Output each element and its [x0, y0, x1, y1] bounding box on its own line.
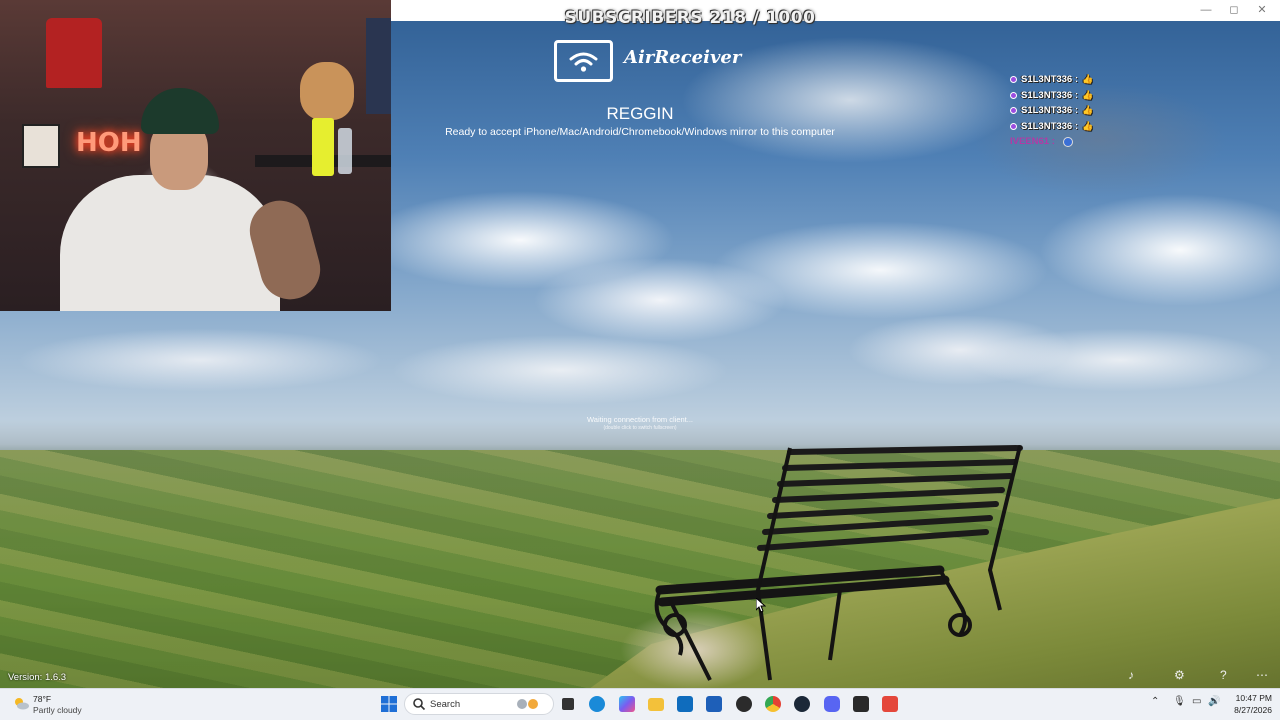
taskbar — [0, 688, 1280, 720]
fullscreen-hint-text: (double click to switch fullscreen) — [603, 425, 677, 431]
wifi-icon — [569, 52, 598, 72]
copilot-icon — [619, 696, 635, 712]
more-options-icon[interactable]: ⋯ — [1256, 668, 1268, 682]
outlook-icon — [677, 696, 693, 712]
airreceiver-taskbar-button[interactable] — [880, 694, 900, 714]
steam-icon — [794, 696, 810, 712]
chat-message: IVEEN61 : — [1010, 134, 1130, 150]
weather-temperature[interactable]: 78°F — [33, 694, 51, 704]
chat-message: S1L3NT336 : 👍 — [1010, 103, 1130, 119]
help-icon[interactable]: ? — [1220, 668, 1227, 682]
webcam-picture-frame — [22, 124, 60, 168]
thumbs-up-emote-icon: 👍 — [1082, 74, 1094, 85]
task-view-button[interactable] — [558, 694, 578, 714]
chat-username: S1L3NT336 : — [1021, 120, 1079, 132]
maximize-button[interactable]: ◻ — [1226, 3, 1242, 17]
epic-games-icon — [853, 696, 869, 712]
outlook-button[interactable] — [675, 694, 695, 714]
webcam-person-cap — [141, 88, 219, 134]
webcam-feed: HOH — [0, 0, 391, 311]
airreceiver-icon — [882, 696, 898, 712]
webcam-jersey — [46, 18, 102, 88]
obs-button[interactable] — [734, 694, 754, 714]
subscriber-badge-icon — [1010, 91, 1017, 99]
chat-username: S1L3NT336 : — [1021, 74, 1079, 86]
file-explorer-icon — [648, 697, 664, 711]
chrome-icon — [765, 696, 781, 712]
thumbs-up-emote-icon: 👍 — [1082, 105, 1094, 116]
waiting-connection-text: Waiting connection from client... — [586, 415, 694, 424]
airreceiver-logo-text: AirReceiver — [624, 47, 742, 68]
music-note-icon[interactable]: ♪ — [1128, 668, 1134, 682]
webcam-person-shirt — [60, 175, 280, 311]
globe-emote-icon — [1062, 136, 1073, 147]
microphone-icon[interactable]: 🎙 — [1173, 696, 1186, 707]
copilot-button[interactable] — [617, 694, 637, 714]
chat-overlay: S1L3NT336 : 👍 S1L3NT336 : 👍 S1L3NT336 : … — [1010, 72, 1130, 150]
volume-icon[interactable]: 🔊 — [1208, 696, 1220, 707]
epic-games-button[interactable] — [851, 694, 871, 714]
minimize-button[interactable]: — — [1198, 3, 1214, 17]
start-icon — [381, 696, 397, 712]
file-explorer-button[interactable] — [646, 694, 666, 714]
subscriber-counter: SUBSCRIBERS 218 / 1000 — [564, 8, 816, 28]
subscriber-badge-icon — [1010, 122, 1017, 130]
steam-button[interactable] — [792, 694, 812, 714]
airreceiver-logo-icon — [554, 40, 613, 82]
webcam-cup — [312, 118, 334, 176]
network-icon[interactable]: ▭ — [1192, 696, 1201, 707]
chat-username: S1L3NT336 : — [1021, 105, 1079, 117]
subscriber-badge-icon — [1010, 76, 1017, 84]
weather-description[interactable]: Partly cloudy — [33, 705, 82, 715]
thumbs-up-emote-icon: 👍 — [1082, 120, 1094, 131]
taskbar-clock-time[interactable]: 10:47 PM — [1232, 693, 1272, 703]
thumbs-up-emote-icon: 👍 — [1082, 89, 1094, 100]
ms-store-icon — [706, 696, 722, 712]
webcam-neon-sign: HOH — [76, 128, 142, 158]
chat-message: S1L3NT336 : 👍 — [1010, 88, 1130, 104]
partly-cloudy-icon[interactable] — [12, 696, 30, 710]
ready-status-text: Ready to accept iPhone/Mac/Android/Chrom… — [445, 126, 835, 138]
task-view-icon — [562, 698, 574, 710]
mouse-cursor-icon — [756, 598, 766, 613]
bench-image — [654, 445, 1023, 681]
edge-icon — [589, 696, 605, 712]
device-name: REGGIN — [606, 104, 674, 123]
webcam-poster — [366, 18, 391, 114]
discord-icon — [824, 696, 840, 712]
chat-username: IVEEN61 : — [1010, 136, 1055, 148]
chat-message: S1L3NT336 : 👍 — [1010, 72, 1130, 88]
version-label: Version: 1.6.3 — [8, 672, 67, 683]
search-highlight-icon — [517, 699, 527, 709]
search-icon — [413, 698, 426, 711]
subscriber-badge-icon — [1010, 107, 1017, 115]
obs-icon — [736, 696, 752, 712]
edge-button[interactable] — [587, 694, 607, 714]
settings-gear-icon[interactable]: ⚙ — [1174, 668, 1185, 682]
taskbar-clock-date[interactable]: 8/27/2026 — [1222, 705, 1272, 715]
chat-message: S1L3NT336 : 👍 — [1010, 119, 1130, 135]
chat-username: S1L3NT336 : — [1021, 89, 1079, 101]
search-placeholder: Search — [430, 699, 461, 710]
webcam-teddy-bear — [300, 62, 354, 120]
show-hidden-icons-chevron-icon[interactable]: ⌃ — [1151, 696, 1159, 707]
discord-button[interactable] — [822, 694, 842, 714]
search-highlight-icon — [528, 699, 538, 709]
ms-store-button[interactable] — [704, 694, 724, 714]
start-button[interactable] — [379, 694, 399, 714]
chrome-button[interactable] — [763, 694, 783, 714]
close-button[interactable]: ✕ — [1254, 3, 1270, 17]
webcam-bottle — [338, 128, 352, 174]
